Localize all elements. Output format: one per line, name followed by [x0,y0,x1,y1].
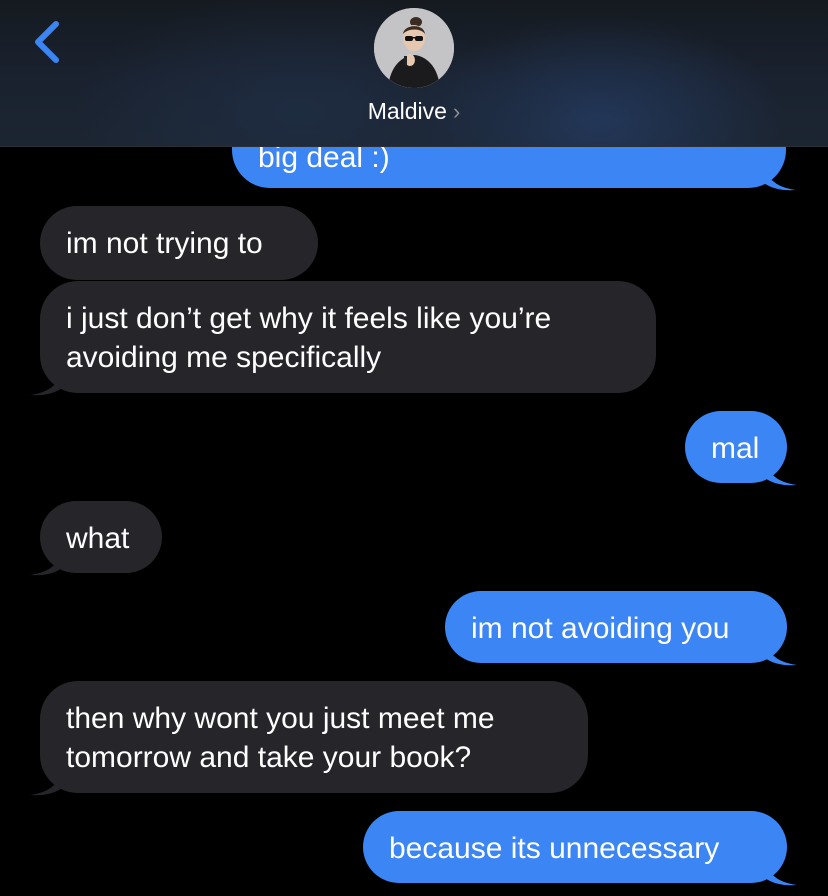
message-text: because its unnecessary [389,832,720,865]
message-text: im not avoiding you [471,612,730,645]
bubble-tail [30,768,62,796]
message-text: mal [711,432,760,465]
contact-avatar[interactable] [374,8,454,88]
outgoing-message[interactable]: because its unnecessary [363,811,797,886]
message-text-line: i just don’t get why it feels like you’r… [66,302,552,335]
message-text: im not trying to [66,227,263,260]
bubble-tail [30,368,62,396]
incoming-message[interactable]: then why wont you just meet me tomorrow … [30,681,588,796]
incoming-message[interactable]: i just don’t get why it feels like you’r… [30,281,656,396]
message-text: what [66,522,130,555]
contact-name: Maldive [367,98,447,124]
outgoing-message[interactable]: mal [685,411,797,486]
contact-name-button[interactable]: Maldive › [0,96,828,127]
bubble-tail [765,458,797,486]
message-text-line: avoiding me specifically [66,341,382,374]
bubble-tail [30,548,62,576]
incoming-message[interactable]: im not trying to [40,206,318,280]
conversation-header: Maldive › [0,0,828,147]
incoming-message[interactable]: what [30,501,162,576]
chevron-right-icon: › [452,99,461,124]
outgoing-message[interactable]: im not avoiding you [445,591,797,666]
chevron-left-icon [35,21,59,63]
bubble-tail [765,638,797,666]
bubble-tail [764,163,796,191]
message-text-line: tomorrow and take your book? [66,741,472,774]
messages-app: big deal :) im not trying to i just don’… [0,0,828,896]
bubble-tail [765,858,797,886]
back-button[interactable] [26,16,70,68]
person-photo-icon [374,8,454,88]
message-text-line: then why wont you just meet me [66,702,495,735]
